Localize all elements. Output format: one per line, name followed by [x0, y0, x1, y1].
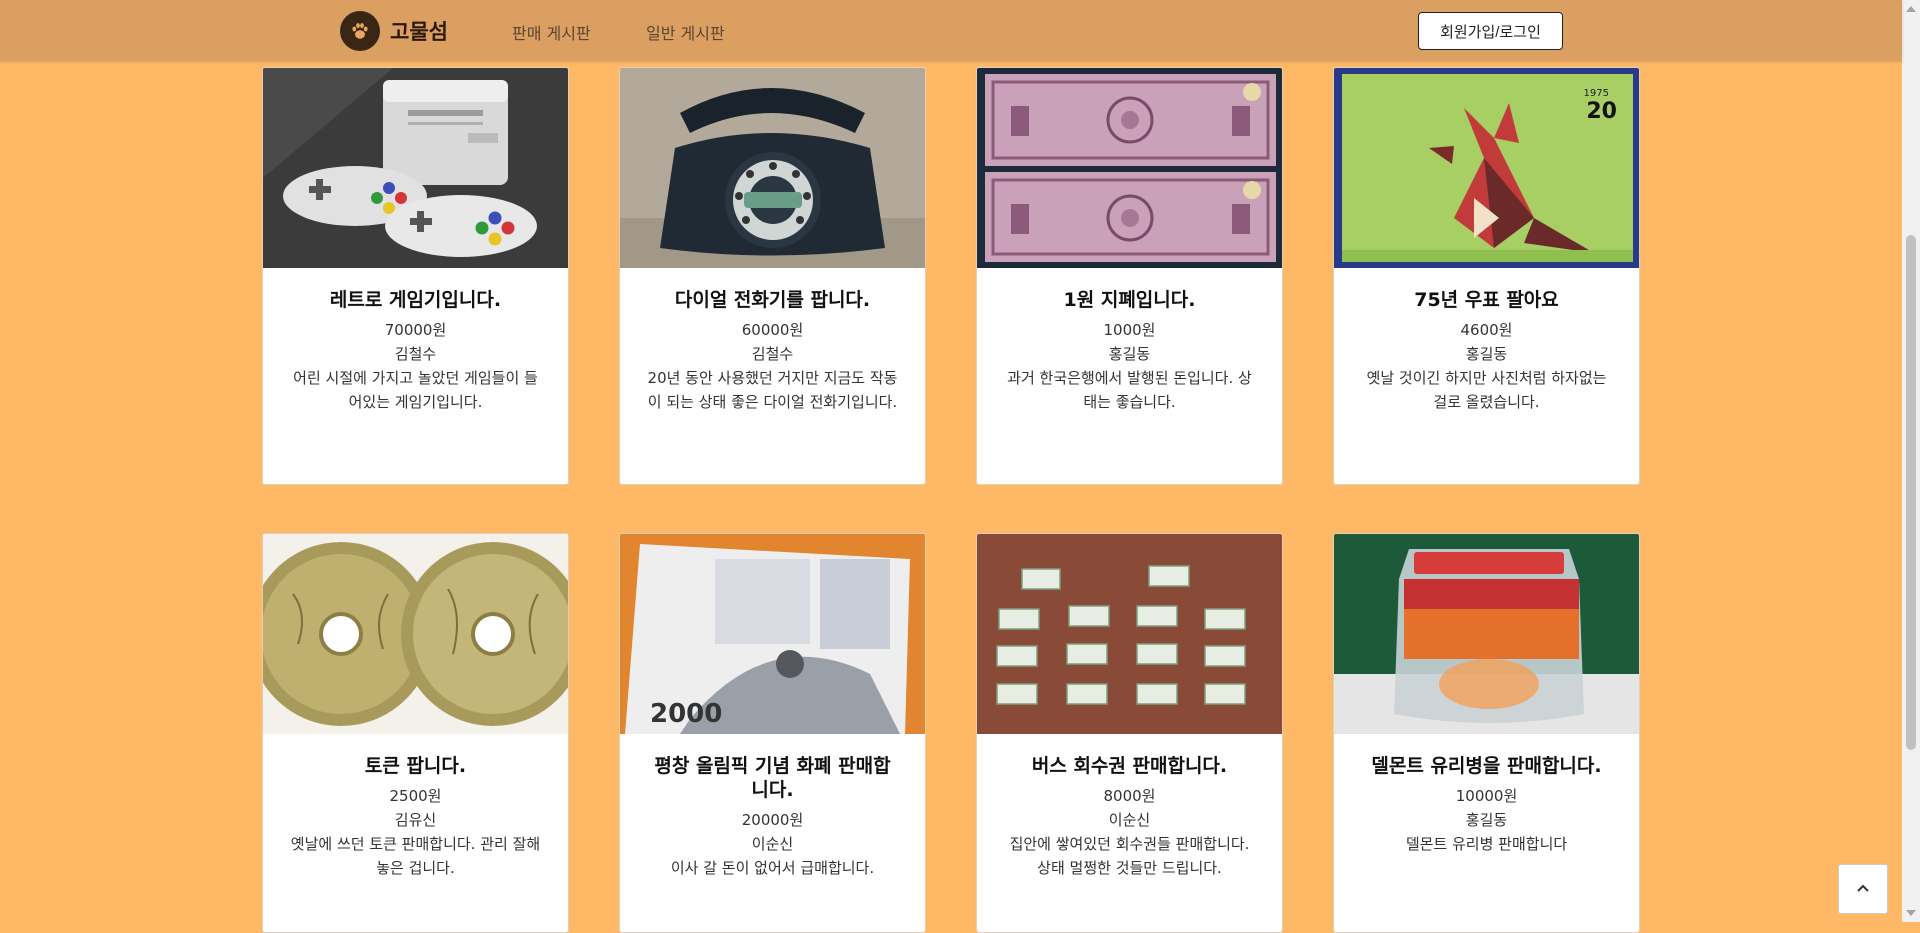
product-price: 10000원: [1455, 787, 1518, 805]
scroll-up-arrow-icon[interactable]: [1906, 6, 1916, 12]
paw-icon: [340, 11, 380, 51]
product-image-tokens: [263, 534, 568, 734]
product-image-retro-console: [263, 68, 568, 268]
product-title: 레트로 게임기입니다.: [329, 289, 502, 311]
product-price: 20000원: [741, 811, 804, 829]
product-price: 60000원: [741, 321, 804, 339]
product-price: 4600원: [1460, 321, 1513, 339]
product-seller: 홍길동: [1108, 345, 1151, 363]
product-description: 이사 갈 돈이 없어서 급매합니다.: [670, 859, 875, 877]
product-price: 70000원: [384, 321, 447, 339]
product-description: 과거 한국은행에서 발행된 돈입니다. 상태는 좋습니다.: [1007, 369, 1252, 411]
navbar: 고물섬 판매 게시판 일반 게시판 회원가입/로그인: [0, 0, 1902, 61]
product-card[interactable]: 레트로 게임기입니다. 70000원 김철수 어린 시절에 가지고 놀았던 게임…: [262, 67, 569, 485]
scroll-down-arrow-icon[interactable]: [1906, 910, 1916, 916]
product-image-bus-tickets: [977, 534, 1282, 734]
product-image-kangaroo-stamp: 1975 20: [1334, 68, 1639, 268]
product-title: 버스 회수권 판매합니다.: [1031, 755, 1228, 777]
scrollbar-thumb[interactable]: [1906, 235, 1916, 750]
product-card[interactable]: 1원 지폐입니다. 1000원 홍길동 과거 한국은행에서 발행된 돈입니다. …: [976, 67, 1283, 485]
chevron-up-icon: [1857, 884, 1869, 892]
product-seller: 홍길동: [1465, 811, 1508, 829]
stamp-value-label: 20: [1586, 99, 1617, 124]
product-card[interactable]: 다이얼 전화기를 팝니다. 60000원 김철수 20년 동안 사용했던 거지만…: [619, 67, 926, 485]
product-description: 옛날 것이긴 하지만 사진처럼 하자없는 걸로 올렸습니다.: [1366, 369, 1607, 411]
product-description: 옛날에 쓰던 토큰 판매합니다. 관리 잘해 놓은 겁니다.: [290, 835, 541, 877]
stamp-year-label: 1975: [1584, 88, 1609, 99]
product-title: 1원 지폐입니다.: [1063, 289, 1196, 311]
back-to-top-button[interactable]: [1838, 864, 1888, 914]
nav-link-sales-board[interactable]: 판매 게시판: [512, 20, 591, 44]
product-card[interactable]: 1975 20 75년 우표 팔아요 4600원 홍길동 옛날 것이긴 하지만 …: [1333, 67, 1640, 485]
product-price: 2500원: [389, 787, 442, 805]
product-price: 8000원: [1103, 787, 1156, 805]
product-seller: 김유신: [394, 811, 437, 829]
product-description: 20년 동안 사용했던 거지만 지금도 작동이 되는 상태 좋은 다이얼 전화기…: [647, 369, 898, 411]
product-seller: 홍길동: [1465, 345, 1508, 363]
product-title: 평창 올림픽 기념 화폐 판매합니다.: [654, 755, 891, 801]
brand-name: 고물섬: [390, 20, 448, 44]
product-title: 75년 우표 팔아요: [1414, 289, 1559, 311]
product-image-dial-phone: [620, 68, 925, 268]
product-image-delmonte-bottle: [1334, 534, 1639, 734]
product-card[interactable]: 델몬트 유리병을 판매합니다. 10000원 홍길동 델몬트 유리병 판매합니다: [1333, 533, 1640, 933]
page-scrollbar[interactable]: [1902, 0, 1920, 922]
product-title: 델몬트 유리병을 판매합니다.: [1371, 755, 1602, 777]
product-title: 토큰 팝니다.: [364, 755, 467, 777]
product-description: 어린 시절에 가지고 놀았던 게임들이 들어있는 게임기입니다.: [293, 369, 538, 411]
product-image-one-won-banknotes: [977, 68, 1282, 268]
product-title: 다이얼 전화기를 팝니다.: [674, 289, 871, 311]
product-card[interactable]: 버스 회수권 판매합니다. 8000원 이순신 집안에 쌓여있던 회수권들 판매…: [976, 533, 1283, 933]
product-seller: 이순신: [1108, 811, 1151, 829]
banknote-value-label: 2000: [650, 699, 722, 729]
nav-link-general-board[interactable]: 일반 게시판: [646, 20, 725, 44]
product-card[interactable]: 토큰 팝니다. 2500원 김유신 옛날에 쓰던 토큰 판매합니다. 관리 잘해…: [262, 533, 569, 933]
signup-login-button[interactable]: 회원가입/로그인: [1418, 12, 1563, 50]
product-card[interactable]: 2000 평창 올림픽 기념 화폐 판매합니다. 20000원 이순신 이사 갈…: [619, 533, 926, 933]
product-seller: 김철수: [394, 345, 437, 363]
product-description: 델몬트 유리병 판매합니다: [1405, 835, 1568, 853]
product-description: 집안에 쌓여있던 회수권들 판매합니다. 상태 멀쩡한 것들만 드립니다.: [1009, 835, 1250, 877]
product-seller: 김철수: [751, 345, 794, 363]
product-seller: 이순신: [751, 835, 794, 853]
brand-logo-link[interactable]: 고물섬: [340, 11, 448, 51]
product-image-olympic-banknote: 2000: [620, 534, 925, 734]
product-price: 1000원: [1103, 321, 1156, 339]
